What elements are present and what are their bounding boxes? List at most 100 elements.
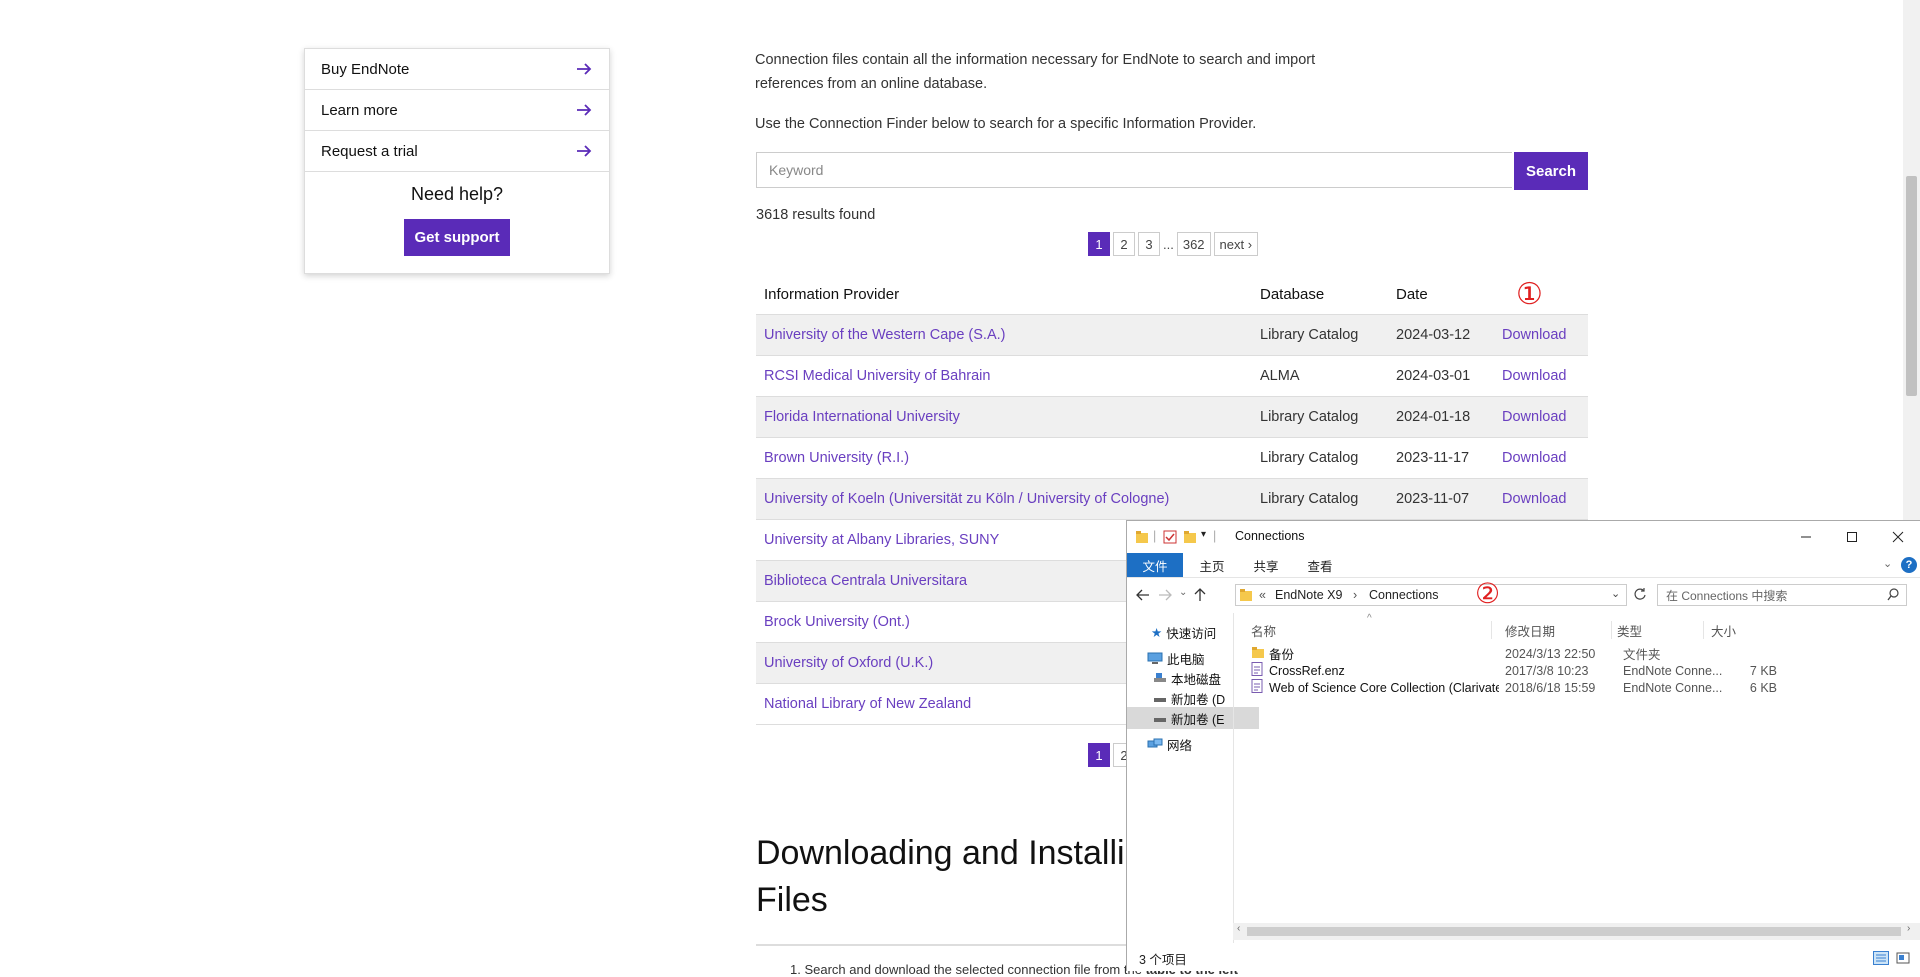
page-link-2[interactable]: 2 — [1113, 232, 1135, 256]
get-support-button[interactable]: Get support — [404, 219, 510, 256]
column-header-size[interactable]: 大小 — [1711, 619, 1771, 641]
address-dropdown-icon[interactable]: ⌄ — [1611, 587, 1620, 600]
sidebar-item-request-trial[interactable]: Request a trial — [305, 131, 609, 172]
maximize-icon — [1847, 532, 1857, 542]
large-icons-view-icon[interactable] — [1895, 951, 1911, 965]
nav-item-network[interactable]: 网络 — [1127, 733, 1253, 755]
page-link-3[interactable]: 3 — [1138, 232, 1160, 256]
up-arrow-icon[interactable] — [1193, 587, 1207, 603]
scroll-left-icon[interactable]: ‹ — [1237, 923, 1240, 934]
breadcrumb-current[interactable]: Connections — [1369, 588, 1439, 602]
refresh-icon[interactable] — [1633, 587, 1647, 601]
pagination-top: 1 2 3 ... 362 next › — [1088, 232, 1259, 256]
nav-item-volume-e[interactable]: 新加卷 (E — [1127, 707, 1259, 729]
search-icon — [1887, 588, 1899, 601]
download-link[interactable]: Download — [1502, 491, 1567, 507]
back-arrow-icon[interactable] — [1135, 588, 1151, 602]
column-header-name[interactable]: 名称 — [1251, 619, 1391, 641]
provider-link[interactable]: University at Albany Libraries, SUNY — [764, 532, 999, 548]
file-row[interactable]: CrossRef.enz 2017/3/8 10:23 EndNote Conne.… — [1247, 662, 1907, 679]
ribbon-tab-share[interactable]: 共享 — [1241, 553, 1291, 577]
column-header-type[interactable]: 类型 — [1617, 619, 1697, 641]
close-button[interactable] — [1875, 521, 1920, 553]
recent-locations-icon[interactable]: ⌄ — [1179, 587, 1187, 598]
file-row[interactable]: Web of Science Core Collection (Clarivat… — [1247, 679, 1907, 696]
download-cell: Download — [1494, 396, 1588, 438]
column-divider[interactable] — [1703, 621, 1704, 639]
table-row: Florida International University Library … — [756, 396, 1588, 438]
horizontal-scrollbar-thumb[interactable] — [1247, 927, 1901, 936]
ribbon-tab-file[interactable]: 文件 — [1127, 553, 1183, 577]
file-name: Web of Science Core Collection (Clarivat… — [1269, 680, 1499, 695]
results-count: 3618 results found — [756, 207, 876, 223]
minimize-button[interactable] — [1783, 521, 1829, 553]
database-cell: Library Catalog — [1252, 437, 1388, 479]
close-icon — [1892, 531, 1904, 543]
properties-icon[interactable] — [1163, 530, 1177, 544]
provider-link[interactable]: National Library of New Zealand — [764, 696, 971, 712]
sidebar-item-buy-endnote[interactable]: Buy EndNote — [305, 49, 609, 90]
provider-cell: University of the Western Cape (S.A.) — [756, 314, 1252, 356]
new-folder-icon[interactable] — [1183, 530, 1197, 544]
forward-arrow-icon[interactable] — [1157, 588, 1173, 602]
page-next[interactable]: next › — [1213, 232, 1259, 256]
provider-link[interactable]: Florida International University — [764, 409, 960, 425]
file-type: EndNote Conne... — [1623, 663, 1723, 678]
section-heading-line1: Downloading and Installi — [756, 834, 1125, 872]
drive-icon — [1154, 718, 1166, 722]
date-cell: 2024-03-12 — [1388, 314, 1494, 356]
file-row[interactable]: 备份 2024/3/13 22:50 文件夹 — [1247, 645, 1907, 662]
provider-link[interactable]: Brown University (R.I.) — [764, 450, 909, 466]
enz-file-icon — [1251, 679, 1263, 693]
page-link-1[interactable]: 1 — [1088, 743, 1110, 767]
download-link[interactable]: Download — [1502, 450, 1567, 466]
ribbon-expand-icon[interactable]: ⌄ — [1883, 557, 1892, 570]
nav-item-label: 网络 — [1167, 738, 1193, 753]
ribbon-tab-home[interactable]: 主页 — [1187, 553, 1237, 577]
column-divider[interactable] — [1611, 621, 1612, 639]
file-type: EndNote Conne... — [1623, 680, 1723, 695]
ribbon-tab-view[interactable]: 查看 — [1295, 553, 1345, 577]
quick-access-dropdown-icon[interactable]: ▾ — [1201, 529, 1206, 540]
page-ellipsis: ... — [1163, 232, 1174, 256]
download-link[interactable]: Download — [1502, 368, 1567, 384]
page-scrollbar-thumb[interactable] — [1906, 176, 1917, 396]
download-link[interactable]: Download — [1502, 409, 1567, 425]
file-size: 6 KB — [1749, 680, 1777, 695]
download-cell: Download — [1494, 355, 1588, 397]
nav-item-label: 新加卷 (E — [1171, 712, 1225, 727]
window-title: Connections — [1235, 529, 1305, 543]
column-header-provider: Information Provider — [756, 274, 1252, 315]
search-button[interactable]: Search — [1514, 152, 1588, 190]
scroll-right-icon[interactable]: › — [1907, 923, 1910, 934]
folder-search-input[interactable]: 在 Connections 中搜索 — [1657, 584, 1907, 606]
page-link-last[interactable]: 362 — [1176, 232, 1211, 256]
download-link[interactable]: Download — [1502, 327, 1567, 343]
provider-link[interactable]: University of Oxford (U.K.) — [764, 655, 933, 671]
provider-link[interactable]: Brock University (Ont.) — [764, 614, 910, 630]
provider-link[interactable]: Biblioteca Centrala Universitara — [764, 573, 967, 589]
sidebar-item-learn-more[interactable]: Learn more — [305, 90, 609, 131]
breadcrumb-parent[interactable]: EndNote X9 — [1275, 588, 1342, 602]
column-header-date: Date — [1388, 274, 1494, 315]
nav-item-quick-access[interactable]: ★ 快速访问 — [1127, 621, 1257, 643]
provider-link[interactable]: University of the Western Cape (S.A.) — [764, 327, 1006, 343]
sidebar-item-label: Request a trial — [321, 142, 418, 160]
minimize-icon — [1801, 536, 1811, 538]
provider-link[interactable]: University of Koeln (Universität zu Köln… — [764, 491, 1169, 507]
maximize-button[interactable] — [1829, 521, 1875, 553]
section-heading-line2: Files — [756, 881, 828, 919]
help-icon[interactable]: ? — [1901, 557, 1917, 573]
database-cell: Library Catalog — [1252, 396, 1388, 438]
provider-link[interactable]: RCSI Medical University of Bahrain — [764, 368, 990, 384]
network-icon — [1147, 738, 1163, 748]
column-header-modified[interactable]: 修改日期 — [1505, 619, 1605, 641]
column-divider[interactable] — [1491, 621, 1492, 639]
details-view-icon[interactable] — [1873, 951, 1889, 965]
page-link-1[interactable]: 1 — [1088, 232, 1110, 256]
breadcrumb-overflow[interactable]: « — [1259, 588, 1266, 602]
keyword-input[interactable] — [756, 152, 1512, 188]
file-modified: 2017/3/8 10:23 — [1505, 663, 1589, 678]
file-name: CrossRef.enz — [1269, 663, 1345, 678]
date-cell: 2023-11-07 — [1388, 478, 1494, 520]
